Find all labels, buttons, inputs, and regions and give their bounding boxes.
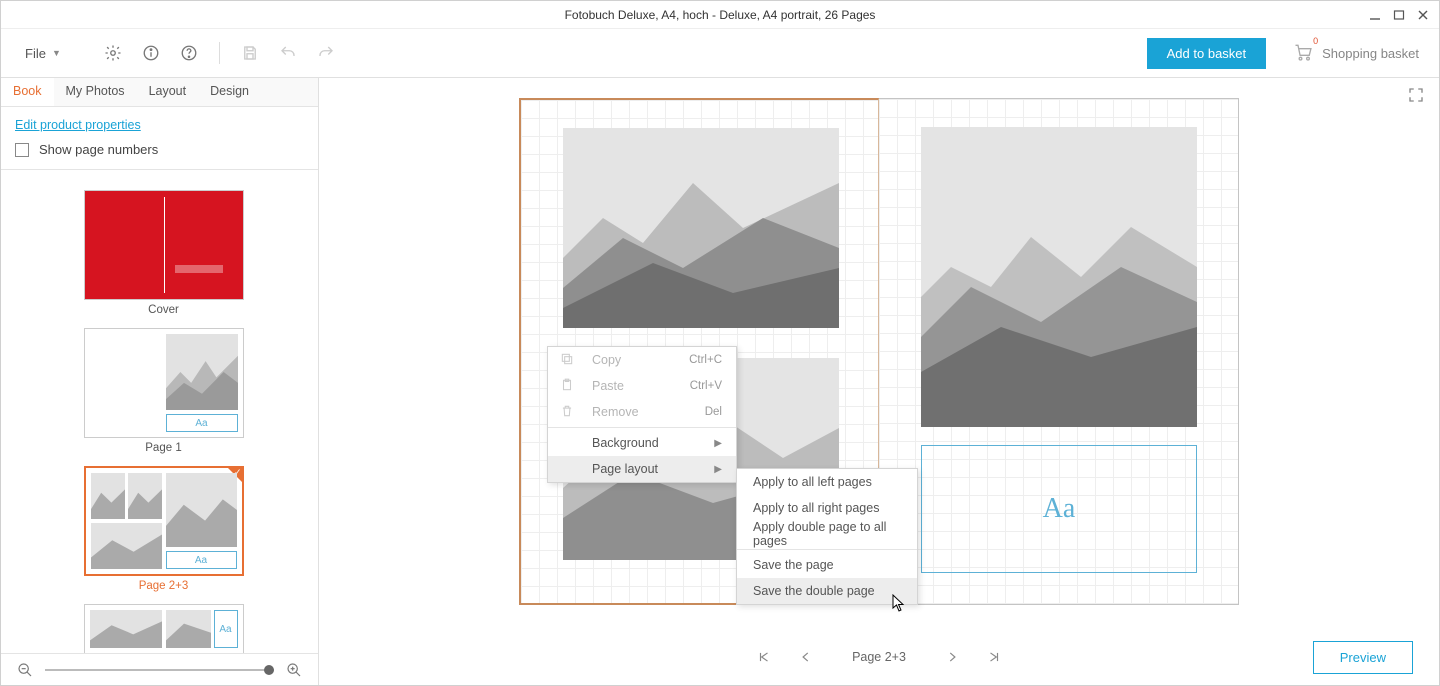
- show-page-numbers-checkbox[interactable]: [15, 143, 29, 157]
- thumb-caption: Page 2+3: [25, 580, 302, 592]
- edit-product-properties-link[interactable]: Edit product properties: [15, 118, 141, 132]
- sub-save-page[interactable]: Save the page: [737, 552, 917, 578]
- prev-page-button[interactable]: [796, 647, 816, 667]
- context-menu: CopyCtrl+C PasteCtrl+V RemoveDel Backgro…: [547, 346, 737, 483]
- image-placeholder[interactable]: [563, 128, 839, 328]
- thumb-caption: Cover: [25, 304, 302, 316]
- last-page-button[interactable]: [984, 647, 1004, 667]
- context-submenu: Apply to all left pages Apply to all rig…: [736, 468, 918, 605]
- tab-book[interactable]: Book: [1, 78, 54, 106]
- thumb-page45[interactable]: Aa: [25, 604, 302, 653]
- chevron-right-icon: ▶: [714, 464, 722, 475]
- chevron-right-icon: ▶: [714, 438, 722, 449]
- thumb-caption: Page 1: [25, 442, 302, 454]
- shopping-basket-label: Shopping basket: [1322, 46, 1419, 61]
- save-icon: [240, 43, 260, 63]
- maximize-button[interactable]: [1391, 7, 1407, 23]
- window-title: Fotobuch Deluxe, A4, hoch - Deluxe, A4 p…: [565, 8, 876, 22]
- tab-layout[interactable]: Layout: [137, 78, 199, 106]
- cart-icon: 0: [1292, 42, 1314, 65]
- redo-icon: [316, 43, 336, 63]
- shopping-basket-link[interactable]: 0 Shopping basket: [1292, 42, 1419, 65]
- ctx-page-layout[interactable]: Page layout▶: [548, 456, 736, 482]
- sidebar-tabs: Book My Photos Layout Design: [1, 78, 318, 107]
- info-icon[interactable]: [141, 43, 161, 63]
- tab-design[interactable]: Design: [198, 78, 261, 106]
- sub-apply-left[interactable]: Apply to all left pages: [737, 469, 917, 495]
- paste-icon: [560, 378, 574, 395]
- tab-my-photos[interactable]: My Photos: [54, 78, 137, 106]
- ctx-paste: PasteCtrl+V: [548, 373, 736, 399]
- left-sidebar: Book My Photos Layout Design Edit produc…: [1, 78, 319, 685]
- minimize-button[interactable]: [1367, 7, 1383, 23]
- preview-button[interactable]: Preview: [1313, 641, 1413, 674]
- text-placeholder-icon: Aa: [166, 414, 238, 432]
- ctx-remove: RemoveDel: [548, 399, 736, 425]
- chevron-down-icon: ▼: [52, 48, 61, 58]
- canvas-area: Aa CopyCtrl+C PasteCtrl+V RemoveDel Back…: [319, 78, 1439, 685]
- page-indicator: Page 2+3: [852, 650, 906, 664]
- add-to-basket-button[interactable]: Add to basket: [1147, 38, 1267, 69]
- basket-count: 0: [1313, 36, 1318, 46]
- text-placeholder[interactable]: Aa: [921, 445, 1197, 573]
- zoom-bar: [1, 653, 318, 685]
- copy-icon: [560, 352, 574, 369]
- file-menu[interactable]: File ▼: [25, 46, 61, 61]
- text-placeholder-icon: Aa: [166, 551, 237, 569]
- help-icon[interactable]: [179, 43, 199, 63]
- close-button[interactable]: [1415, 7, 1431, 23]
- show-page-numbers-label: Show page numbers: [39, 142, 158, 157]
- page-thumbnails[interactable]: Cover Aa Page 1: [1, 170, 318, 653]
- sub-apply-double-all[interactable]: Apply double page to all pages: [737, 521, 917, 547]
- delete-icon: [560, 404, 574, 421]
- first-page-button[interactable]: [754, 647, 774, 667]
- zoom-in-icon[interactable]: [284, 660, 304, 680]
- page-navigation: Page 2+3 Preview: [319, 629, 1439, 685]
- file-menu-label: File: [25, 46, 46, 61]
- page45-thumb-frame: Aa: [84, 604, 244, 653]
- ctx-copy: CopyCtrl+C: [548, 347, 736, 373]
- text-placeholder-label: Aa: [1043, 493, 1076, 525]
- right-page[interactable]: Aa: [879, 98, 1239, 605]
- thumb-page23[interactable]: Aa Page 2+3: [25, 466, 302, 592]
- page23-thumb-frame: Aa: [84, 466, 244, 576]
- fullscreen-icon[interactable]: [1407, 86, 1425, 107]
- gear-icon[interactable]: [103, 43, 123, 63]
- zoom-out-icon[interactable]: [15, 660, 35, 680]
- text-placeholder-icon: Aa: [214, 610, 238, 648]
- title-bar: Fotobuch Deluxe, A4, hoch - Deluxe, A4 p…: [1, 1, 1439, 29]
- page1-thumb-frame: Aa: [84, 328, 244, 438]
- undo-icon: [278, 43, 298, 63]
- ctx-background[interactable]: Background▶: [548, 430, 736, 456]
- next-page-button[interactable]: [942, 647, 962, 667]
- zoom-slider[interactable]: [45, 669, 274, 671]
- separator: [219, 42, 220, 64]
- cover-thumb-frame: [84, 190, 244, 300]
- sub-apply-right[interactable]: Apply to all right pages: [737, 495, 917, 521]
- thumb-page1[interactable]: Aa Page 1: [25, 328, 302, 454]
- image-placeholder[interactable]: [921, 127, 1197, 427]
- sub-save-double-page[interactable]: Save the double page: [737, 578, 917, 604]
- main-toolbar: File ▼ Add to basket 0 Sh: [1, 29, 1439, 77]
- thumb-cover[interactable]: Cover: [25, 190, 302, 316]
